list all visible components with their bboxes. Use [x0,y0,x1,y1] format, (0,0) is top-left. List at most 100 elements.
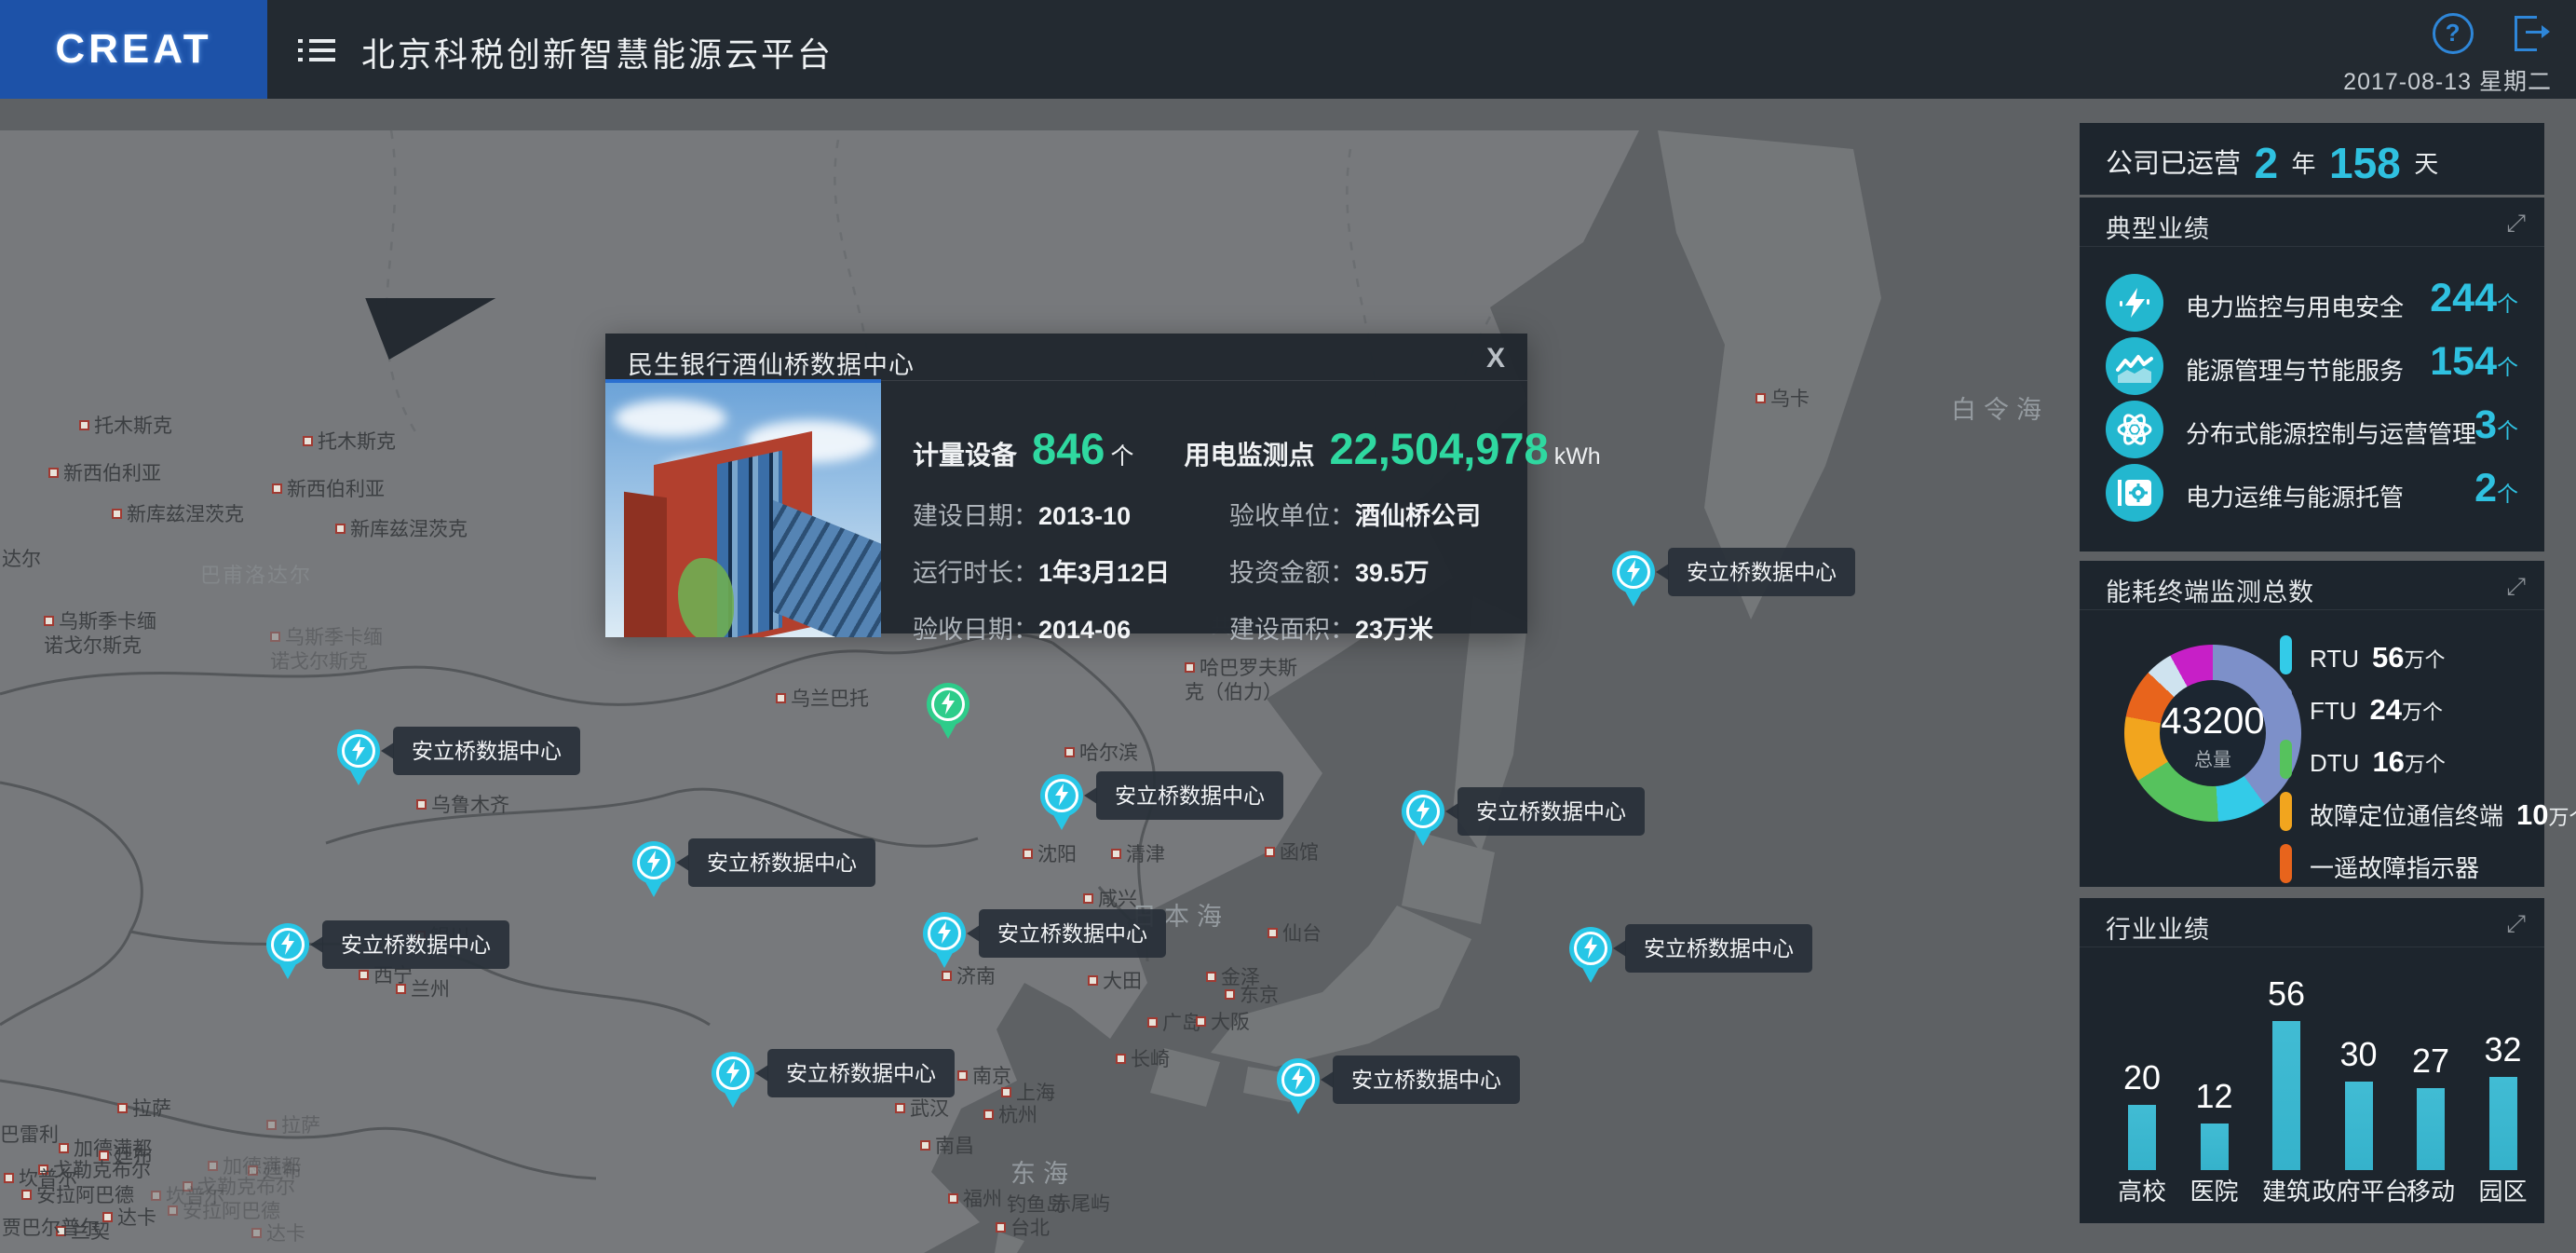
marker-tail [1289,1097,1308,1114]
marker-label-bubble[interactable]: 安立桥数据中心 [1096,771,1283,820]
city-dot-icon [1023,849,1033,859]
map-marker[interactable]: 安立桥数据中心 [923,912,966,955]
map-city-label: 长崎 [1116,1048,1170,1072]
map-marker[interactable]: 安立桥数据中心 [1040,774,1083,817]
legend-item[interactable]: DTU16万个 [2280,732,2541,784]
map-city-label: 哈尔滨 [1064,742,1138,766]
panel-typical-header: 典型业绩 ⤢ [2080,197,2544,247]
legend-item[interactable]: 一遥故障指示器 [2280,837,2541,889]
popup-stat: 计量设备846个 [913,423,1133,474]
close-icon[interactable]: X [1486,343,1505,375]
marker-label-bubble[interactable]: 安立桥数据中心 [393,727,580,775]
popup-detail-row: 建设日期：2013-10验收单位：酒仙桥公司 [913,496,1509,532]
typical-item[interactable]: 电力监控与用电安全 244个 [2106,274,2518,334]
typical-item-unit: 个 [2497,418,2518,443]
map-city-label: 安拉阿巴德 [168,1200,280,1224]
typical-item[interactable]: 分布式能源控制与运营管理3个 [2106,401,2518,460]
legend-label: RTU56万个 [2310,641,2445,674]
map-sea-label: 东海 [1010,1153,1076,1190]
city-dot-icon [920,1140,930,1151]
marker-pin-icon[interactable] [632,841,675,884]
marker-pin-icon[interactable] [1040,774,1083,817]
typical-item-value: 244个 [2430,276,2518,321]
map-marker[interactable]: 安立桥数据中心 [337,729,380,772]
marker-pin-icon[interactable] [266,923,309,966]
city-dot-icon [1268,928,1278,938]
marker-label-bubble[interactable]: 安立桥数据中心 [1668,548,1855,596]
marker-label-bubble[interactable]: 安立桥数据中心 [767,1049,955,1097]
energy-wave-icon [2106,337,2163,395]
legend-color-bar [2280,688,2292,727]
city-dot-icon [48,468,59,478]
marker-pin-icon[interactable] [337,729,380,772]
expand-icon[interactable]: ⤢ [2506,572,2526,602]
expand-icon[interactable]: ⤢ [2506,209,2526,238]
map-faint-label: 巴甫洛达尔 [200,559,312,589]
map-city-label: 拉萨 [266,1114,320,1138]
popup-detail-cell: 建设面积：23万米 [1229,609,1509,646]
typical-item[interactable]: 电力运维与能源托管2个 [2106,464,2518,524]
expand-icon[interactable]: ⤢ [2506,909,2526,939]
marker-tail [724,1091,742,1108]
bar [2345,1082,2373,1170]
detail-value: 23万米 [1355,616,1433,644]
marker-pin-icon[interactable] [927,683,969,726]
marker-pin-icon[interactable] [1569,927,1612,970]
map-marker[interactable]: 安立桥数据中心 [266,923,309,966]
map-city-label: 福州 [948,1188,1002,1212]
map-marker[interactable]: 安立桥数据中心 [712,1052,754,1095]
map-marker-selected[interactable] [927,683,969,726]
city-dot-icon [168,1205,178,1216]
marker-pin-icon[interactable] [712,1052,754,1095]
legend-item[interactable]: 故障定位通信终端10万个 [2280,784,2541,837]
map-city-label: 南昌 [920,1135,974,1159]
marker-pin-icon[interactable] [923,912,966,955]
marker-label-bubble[interactable]: 安立桥数据中心 [979,909,1166,958]
marker-pin-icon[interactable] [1277,1058,1320,1101]
map-marker[interactable]: 安立桥数据中心 [1569,927,1612,970]
map-city-label: 新西伯利亚 [48,462,161,486]
map-city-label: 达卡 [251,1222,305,1246]
legend-unit: 万个 [2549,806,2576,829]
marker-label-bubble[interactable]: 安立桥数据中心 [1333,1056,1520,1104]
typical-item-label: 电力监控与用电安全 [2186,289,2404,323]
map-marker[interactable]: 安立桥数据中心 [1402,790,1444,833]
legend-item[interactable]: RTU56万个 [2280,628,2541,680]
legend-color-bar [2280,740,2292,779]
typical-item-unit: 个 [2497,355,2518,379]
marker-label-bubble[interactable]: 安立桥数据中心 [322,920,509,969]
help-icon[interactable]: ? [2433,13,2474,54]
map-city-label: 济南 [942,965,996,989]
city-dot-icon [942,971,952,981]
marker-label-bubble[interactable]: 安立桥数据中心 [1457,787,1645,836]
detail-label: 验收日期： [913,616,1038,644]
typical-item-label: 分布式能源控制与运营管理 [2186,415,2476,450]
map-marker[interactable]: 安立桥数据中心 [1277,1058,1320,1101]
city-dot-icon [1185,662,1195,673]
map-marker[interactable]: 安立桥数据中心 [632,841,675,884]
menu-list-icon[interactable] [298,34,335,65]
marker-label-bubble[interactable]: 安立桥数据中心 [688,838,875,887]
legend-unit: 万个 [2402,701,2443,724]
marker-pin-icon[interactable] [1612,551,1655,593]
marker-pin-icon[interactable] [1402,790,1444,833]
stat-value: 22,504,978 [1329,424,1548,473]
legend-label: FTU24万个 [2310,693,2443,727]
city-dot-icon [59,1143,69,1153]
map-city-label: 函馆 [1265,841,1319,865]
city-dot-icon [359,970,369,980]
logout-icon[interactable] [2515,16,2552,51]
typical-item-count: 2 [2474,466,2497,511]
marker-tail [1581,966,1600,983]
map-city-label: 新库兹涅茨克 [112,503,244,527]
marker-tail [1414,829,1432,846]
legend-item[interactable]: FTU24万个 [2280,680,2541,732]
map-marker[interactable]: 安立桥数据中心 [1612,551,1655,593]
operating-days: 158 [2329,139,2401,187]
map-city-label: 哈巴罗夫斯克（伯力） [1185,657,1297,705]
typical-item-value: 154个 [2430,339,2518,385]
typical-item[interactable]: 能源管理与节能服务154个 [2106,337,2518,397]
marker-label-bubble[interactable]: 安立桥数据中心 [1625,924,1812,973]
city-dot-icon [1001,1087,1011,1097]
city-dot-icon [1064,747,1075,757]
